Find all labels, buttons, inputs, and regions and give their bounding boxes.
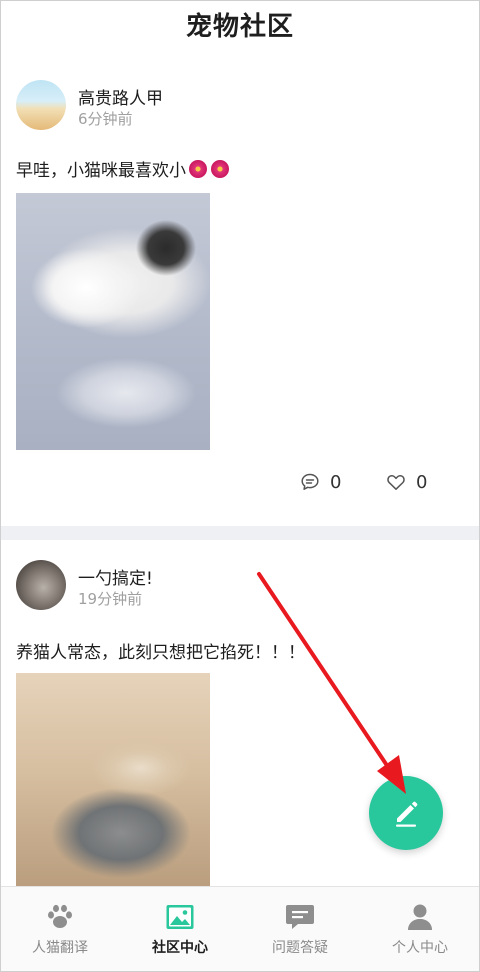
tab-label: 人猫翻译 <box>32 940 88 956</box>
hibiscus-emoji <box>188 159 208 179</box>
post-card[interactable]: 高贵路人甲 6分钟前 早哇，小猫咪最喜欢小 0 0 <box>0 60 480 526</box>
post-time: 6分钟前 <box>78 110 133 128</box>
post-content: 养猫人常态，此刻只想把它掐死！！！ <box>16 643 305 663</box>
paw-icon <box>48 904 72 928</box>
post-content: 早哇，小猫咪最喜欢小 <box>16 156 230 181</box>
page-title: 宠物社区 <box>185 12 294 42</box>
comment-button[interactable]: 0 <box>300 470 341 494</box>
post-username[interactable]: 高贵路人甲 <box>78 84 163 109</box>
like-button[interactable]: 0 <box>386 470 427 494</box>
post-photo[interactable] <box>16 673 210 886</box>
post-text: 早哇，小猫咪最喜欢小 <box>16 161 186 181</box>
avatar[interactable] <box>16 560 66 610</box>
avatar[interactable] <box>16 80 66 130</box>
tab-qa[interactable]: 问题答疑 <box>240 887 360 972</box>
header: 宠物社区 <box>0 0 480 48</box>
tab-label: 社区中心 <box>152 940 208 956</box>
like-count: 0 <box>416 471 428 493</box>
comment-icon <box>301 473 319 490</box>
chat-icon <box>286 905 314 929</box>
person-icon <box>408 904 432 930</box>
post-username[interactable]: 一勺搞定! <box>78 564 153 589</box>
post-divider <box>0 526 480 540</box>
compose-post-button[interactable] <box>369 776 443 850</box>
tab-profile[interactable]: 个人中心 <box>360 887 480 972</box>
post-time: 19分钟前 <box>78 590 143 608</box>
tab-label: 个人中心 <box>392 940 448 956</box>
tab-translate[interactable]: 人猫翻译 <box>0 887 120 972</box>
tab-label: 问题答疑 <box>272 940 328 956</box>
comment-count: 0 <box>330 471 342 493</box>
bottom-tab-bar: 人猫翻译 社区中心 问题答疑 个人中心 <box>0 886 480 972</box>
heart-icon <box>387 475 405 490</box>
post-photo[interactable] <box>16 193 210 450</box>
hibiscus-emoji <box>210 159 230 179</box>
tab-community[interactable]: 社区中心 <box>120 887 240 972</box>
pen-icon <box>396 801 418 827</box>
image-icon <box>166 905 194 929</box>
